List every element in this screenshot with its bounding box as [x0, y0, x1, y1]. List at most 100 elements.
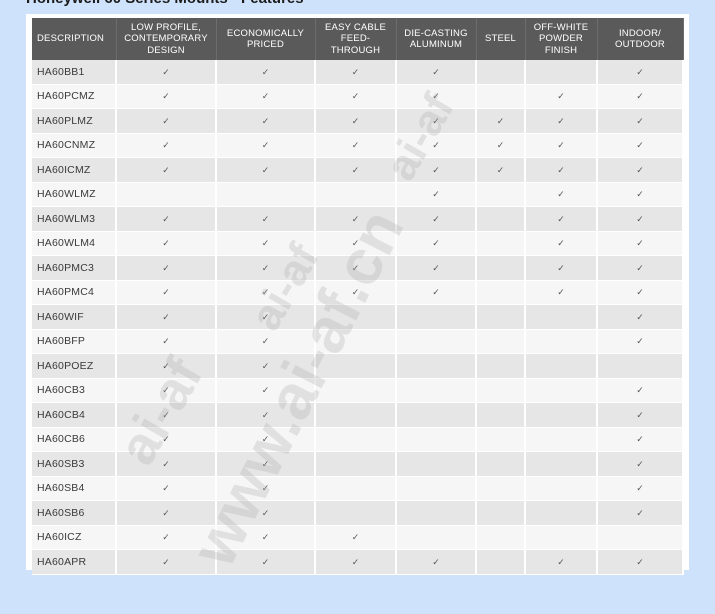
check-icon: ✓ [261, 115, 270, 126]
check-icon: ✓ [496, 140, 505, 151]
feature-cell [315, 451, 397, 477]
feature-cell [525, 451, 598, 477]
check-icon: ✓ [557, 140, 565, 151]
feature-cell [396, 451, 477, 477]
feature-cell: ✓ [597, 133, 684, 158]
column-header-feature: EASY CABLE FEED-THROUGH [315, 18, 397, 60]
check-icon: ✓ [162, 213, 170, 224]
check-icon: ✓ [432, 91, 440, 102]
feature-cell: ✓ [116, 353, 217, 379]
check-icon: ✓ [557, 262, 565, 273]
model-cell: HA60APR [32, 549, 117, 575]
column-header-feature: OFF-WHITE POWDER FINISH [525, 18, 598, 60]
feature-cell: ✓ [396, 182, 477, 207]
check-icon: ✓ [162, 507, 170, 518]
feature-cell [315, 329, 397, 354]
table-row: HA60WLM3 ✓ ✓ ✓ ✓ ✓ ✓ [32, 206, 684, 232]
table-body: HA60BB1 ✓ ✓ ✓ ✓ ✓ HA60PCMZ ✓ ✓ ✓ ✓ ✓ ✓ HA60PLMZ ✓ ✓ ✓ ✓ ✓ ✓… [32, 60, 684, 575]
check-icon: ✓ [162, 434, 170, 445]
feature-cell: ✓ [116, 549, 217, 575]
check-icon: ✓ [432, 140, 440, 151]
model-cell: HA60WLMZ [32, 182, 117, 207]
check-icon: ✓ [162, 238, 170, 249]
check-icon: ✓ [636, 189, 644, 200]
feature-cell [315, 476, 397, 501]
model-cell: HA60SB3 [32, 451, 117, 477]
check-icon: ✓ [557, 164, 565, 175]
model-cell: HA60CB3 [32, 378, 117, 403]
check-icon: ✓ [261, 311, 270, 322]
check-icon: ✓ [351, 164, 360, 175]
check-icon: ✓ [432, 213, 440, 224]
feature-cell: ✓ [116, 84, 217, 109]
feature-cell: ✓ [116, 157, 217, 183]
feature-cell [476, 255, 526, 281]
model-cell: HA60PCMZ [32, 84, 117, 109]
feature-cell [525, 329, 598, 354]
model-cell: HA60SB6 [32, 500, 117, 526]
feature-cell [315, 402, 397, 428]
feature-cell [315, 427, 397, 452]
check-icon: ✓ [351, 115, 360, 126]
feature-cell: ✓ [396, 108, 477, 134]
feature-cell: ✓ [597, 84, 684, 109]
feature-cell: ✓ [216, 231, 316, 256]
feature-cell: ✓ [216, 549, 316, 575]
check-icon: ✓ [162, 287, 170, 298]
feature-cell: ✓ [315, 157, 397, 183]
feature-cell: ✓ [396, 60, 477, 85]
feature-cell [476, 525, 526, 550]
feature-cell: ✓ [396, 549, 477, 575]
check-icon: ✓ [636, 287, 644, 298]
column-header-feature: LOW PROFILE, CONTEMPORARY DESIGN [116, 18, 217, 60]
feature-cell: ✓ [597, 378, 684, 403]
check-icon: ✓ [162, 115, 170, 126]
model-cell: HA60SB4 [32, 476, 117, 501]
feature-cell: ✓ [597, 280, 684, 305]
feature-cell [396, 500, 477, 526]
feature-cell: ✓ [315, 108, 397, 134]
feature-cell: ✓ [315, 206, 397, 232]
check-icon: ✓ [261, 507, 270, 518]
check-icon: ✓ [636, 336, 644, 347]
check-icon: ✓ [636, 164, 644, 175]
check-icon: ✓ [432, 66, 440, 77]
feature-cell: ✓ [116, 108, 217, 134]
feature-cell: ✓ [597, 402, 684, 428]
feature-cell: ✓ [597, 206, 684, 232]
table-row: HA60SB3 ✓ ✓ ✓ [32, 451, 684, 477]
feature-cell [216, 182, 316, 207]
model-cell: HA60CNMZ [32, 133, 117, 158]
feature-cell: ✓ [216, 60, 316, 85]
column-header-feature: ECONOMICALLY PRICED [216, 18, 316, 60]
check-icon: ✓ [351, 262, 360, 273]
feature-cell [525, 525, 598, 550]
check-icon: ✓ [557, 189, 565, 200]
model-cell: HA60PLMZ [32, 108, 117, 134]
feature-cell: ✓ [315, 133, 397, 158]
table-header: DESCRIPTION LOW PROFILE, CONTEMPORARY DES… [32, 18, 684, 60]
feature-cell: ✓ [315, 231, 397, 256]
check-icon: ✓ [351, 556, 360, 567]
feature-cell: ✓ [116, 427, 217, 452]
feature-cell: ✓ [216, 329, 316, 354]
check-icon: ✓ [636, 409, 644, 420]
check-icon: ✓ [636, 115, 644, 126]
feature-cell: ✓ [116, 255, 217, 281]
feature-cell: ✓ [476, 108, 526, 134]
feature-cell: ✓ [597, 427, 684, 452]
check-icon: ✓ [162, 532, 170, 543]
check-icon: ✓ [261, 140, 270, 151]
check-icon: ✓ [351, 287, 360, 298]
feature-cell: ✓ [396, 280, 477, 305]
feature-cell [525, 500, 598, 526]
check-icon: ✓ [162, 91, 170, 102]
check-icon: ✓ [162, 556, 170, 567]
check-icon: ✓ [261, 458, 270, 469]
feature-cell: ✓ [116, 451, 217, 477]
check-icon: ✓ [636, 66, 644, 77]
feature-cell: ✓ [116, 304, 217, 330]
check-icon: ✓ [636, 483, 644, 494]
feature-cell [315, 353, 397, 379]
check-icon: ✓ [432, 189, 440, 200]
